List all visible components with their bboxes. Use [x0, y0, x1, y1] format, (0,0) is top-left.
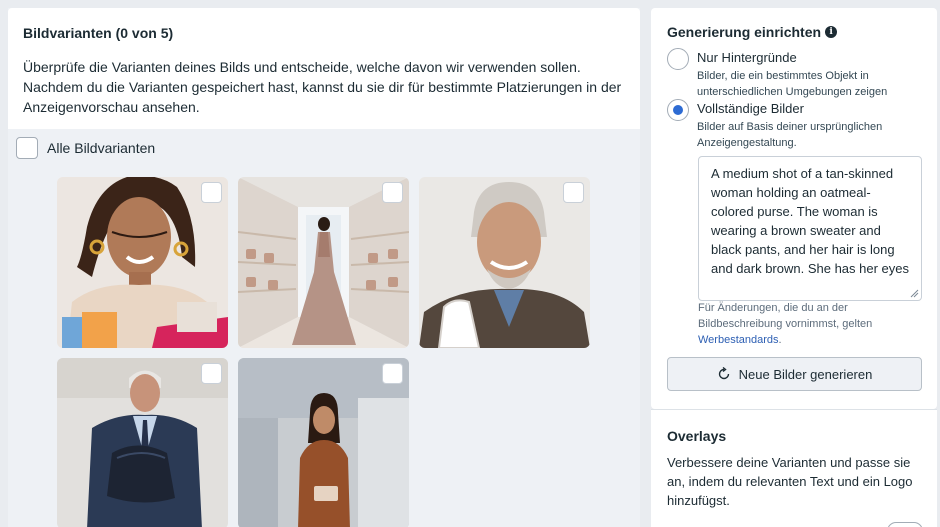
- select-all-label: Alle Bildvarianten: [47, 140, 156, 156]
- option-full-images-label: Vollständige Bilder: [697, 101, 804, 116]
- overlays-title: Overlays: [667, 428, 727, 444]
- overlays-toggle[interactable]: [887, 522, 923, 527]
- option-backgrounds-only[interactable]: Nur Hintergründe Bilder, die ein bestimm…: [667, 48, 929, 100]
- generation-settings-card: Generierung einrichten i Nur Hintergründ…: [651, 8, 937, 409]
- overlays-card: Overlays Verbessere deine Varianten und …: [651, 409, 937, 527]
- image-variants-panel: Bildvarianten (0 von 5) Überprüfe die Va…: [8, 8, 640, 527]
- variant-2-checkbox[interactable]: [382, 182, 403, 203]
- variant-tile-4[interactable]: [57, 358, 228, 527]
- resize-handle-icon[interactable]: [910, 289, 919, 298]
- generation-sidebar: Generierung einrichten i Nur Hintergründ…: [651, 8, 937, 527]
- refresh-icon: [718, 367, 729, 380]
- generation-settings-title-text: Generierung einrichten: [667, 24, 822, 40]
- variant-tile-5[interactable]: [238, 358, 409, 527]
- variant-1-checkbox[interactable]: [201, 182, 222, 203]
- radio-backgrounds-only[interactable]: [667, 48, 689, 70]
- variant-4-checkbox[interactable]: [201, 363, 222, 384]
- ad-standards-hint-end: .: [778, 334, 782, 346]
- variant-tile-1[interactable]: [57, 177, 228, 348]
- generation-settings-title: Generierung einrichten i: [667, 24, 838, 40]
- ad-standards-hint-text: Für Änderungen, die du an der Bildbeschr…: [698, 302, 873, 330]
- variant-5-checkbox[interactable]: [382, 363, 403, 384]
- option-full-images-sublabel: Bilder auf Basis deiner ursprünglichen A…: [697, 121, 883, 149]
- option-backgrounds-only-label: Nur Hintergründe: [697, 50, 797, 65]
- radio-full-images[interactable]: [667, 99, 689, 121]
- generate-new-images-label: Neue Bilder generieren: [738, 366, 873, 382]
- select-all-checkbox[interactable]: [16, 137, 38, 159]
- image-variants-description: Überprüfe die Varianten deines Bilds und…: [23, 59, 622, 115]
- select-all-variants[interactable]: Alle Bildvarianten: [16, 136, 155, 160]
- ad-standards-hint: Für Änderungen, die du an der Bildbeschr…: [698, 300, 926, 348]
- option-backgrounds-only-sublabel: Bilder, die ein bestimmtes Objekt in unt…: [697, 70, 888, 98]
- info-icon[interactable]: i: [825, 26, 838, 38]
- variant-tile-2[interactable]: [238, 177, 409, 348]
- image-description-textarea[interactable]: A medium shot of a tan-skinned woman hol…: [698, 156, 922, 301]
- variant-tile-3[interactable]: [419, 177, 590, 348]
- image-variants-title: Bildvarianten (0 von 5): [23, 25, 174, 41]
- option-full-images[interactable]: Vollständige Bilder Bilder auf Basis dei…: [667, 99, 929, 151]
- image-description-text[interactable]: A medium shot of a tan-skinned woman hol…: [711, 164, 911, 278]
- variant-3-checkbox[interactable]: [563, 182, 584, 203]
- image-variants-header: Bildvarianten (0 von 5) Überprüfe die Va…: [8, 8, 640, 129]
- overlays-description: Verbessere deine Varianten und passe sie…: [667, 455, 913, 508]
- ad-standards-link[interactable]: Werbestandards: [698, 334, 779, 346]
- generate-new-images-button[interactable]: Neue Bilder generieren: [667, 357, 922, 391]
